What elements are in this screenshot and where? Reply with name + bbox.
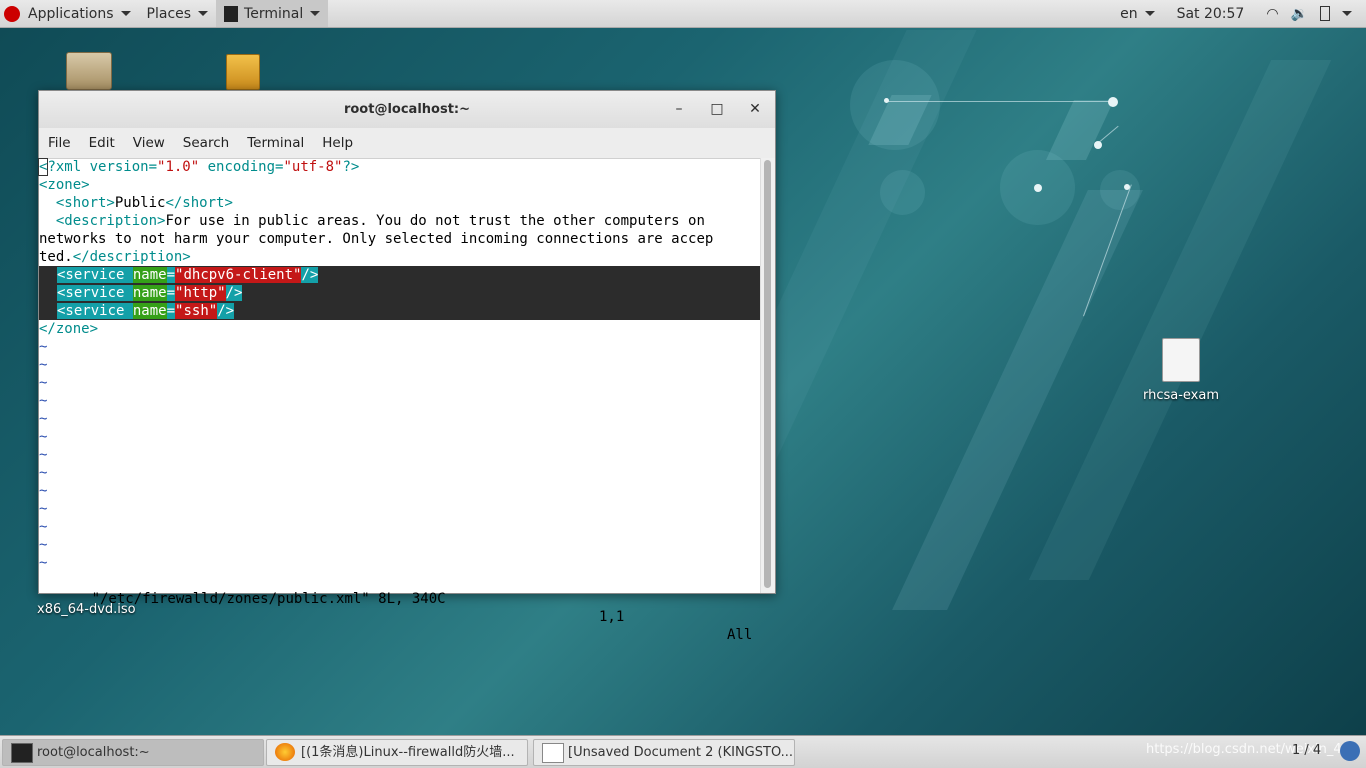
empty-line-tilde: ~: [39, 429, 48, 445]
terminal-scrollbar[interactable]: [760, 158, 775, 593]
language-selector[interactable]: en: [1112, 0, 1163, 27]
scrollbar-thumb[interactable]: [764, 160, 771, 588]
package-icon[interactable]: [226, 54, 260, 90]
empty-line-tilde: ~: [39, 411, 48, 427]
terminal-app-menu[interactable]: Terminal: [216, 0, 329, 27]
csdn-watermark: https://blog.csdn.net/weixin_4...: [1146, 742, 1355, 757]
task-terminal[interactable]: root@localhost:~: [2, 739, 264, 766]
applications-menu-label: Applications: [28, 5, 114, 22]
terminal-window: root@localhost:~ – □ ✕ File Edit View Se…: [37, 90, 776, 643]
terminal-app-label: Terminal: [244, 5, 304, 22]
empty-line-tilde: ~: [39, 465, 48, 481]
window-titlebar[interactable]: root@localhost:~ – □ ✕: [39, 91, 775, 128]
vim-status-line: "/etc/firewalld/zones/public.xml" 8L, 34…: [41, 572, 753, 643]
chevron-down-icon: [1342, 11, 1352, 16]
menu-help[interactable]: Help: [313, 135, 362, 151]
empty-line-tilde: ~: [39, 519, 48, 535]
empty-line-tilde: ~: [39, 537, 48, 553]
editor-line: <zone>: [39, 177, 90, 193]
terminal-icon: [224, 5, 239, 22]
editor-line: <description>For use in public areas. Yo…: [55, 213, 705, 229]
status-all: All: [727, 627, 753, 643]
menu-file[interactable]: File: [39, 135, 80, 151]
clock-label: Sat 20:57: [1176, 5, 1245, 22]
places-menu-label: Places: [146, 5, 192, 22]
window-title: root@localhost:~: [343, 102, 471, 117]
firefox-icon: [275, 743, 295, 761]
editor-line: </zone>: [39, 321, 99, 337]
rhcsa-exam-label: rhcsa-exam: [1142, 388, 1220, 403]
minimize-button[interactable]: –: [667, 91, 691, 128]
editor-line: ted.</description>: [39, 249, 191, 265]
empty-line-tilde: ~: [39, 357, 48, 373]
redhat-logo-icon: [4, 5, 20, 22]
terminal-content[interactable]: <?xml version="1.0" encoding="utf-8"?> <…: [37, 158, 761, 643]
rhcsa-exam-file[interactable]: rhcsa-exam: [1140, 338, 1222, 403]
wifi-icon: ◠: [1266, 5, 1279, 22]
menu-view[interactable]: View: [124, 135, 174, 151]
text-file-icon: [1162, 338, 1200, 382]
empty-line-tilde: ~: [39, 447, 48, 463]
language-label: en: [1120, 5, 1138, 22]
workspace-pager[interactable]: 1 / 4: [1292, 743, 1321, 758]
chevron-down-icon: [120, 11, 131, 16]
editor-line: <short>Public</short>: [55, 195, 233, 211]
status-file: "/etc/firewalld/zones/public.xml" 8L, 34…: [91, 591, 446, 607]
empty-line-tilde: ~: [39, 393, 48, 409]
menu-edit[interactable]: Edit: [80, 135, 124, 151]
menu-terminal[interactable]: Terminal: [238, 135, 313, 151]
top-panel: Applications Places Terminal en Sat 20:5…: [0, 0, 1366, 28]
selected-line: <service name="ssh"/>: [39, 302, 761, 320]
status-position: 1,1: [599, 609, 625, 625]
empty-line-tilde: ~: [39, 375, 48, 391]
system-menu[interactable]: ◠ 🔉: [1258, 0, 1366, 27]
applications-menu[interactable]: Applications: [0, 0, 139, 27]
chevron-down-icon: [198, 11, 209, 16]
chevron-down-icon: [310, 11, 321, 16]
selected-line: <service name="http"/>: [39, 284, 761, 302]
battery-icon: [1320, 6, 1330, 21]
selected-line: <service name="dhcpv6-client"/>: [39, 266, 761, 284]
clock[interactable]: Sat 20:57: [1163, 0, 1259, 27]
close-button[interactable]: ✕: [743, 91, 767, 128]
task-firefox[interactable]: [(1条消息)Linux--firewalld防火墙...: [266, 739, 528, 766]
editor-line: networks to not harm your computer. Only…: [39, 231, 714, 247]
empty-line-tilde: ~: [39, 555, 48, 571]
empty-line-tilde: ~: [39, 501, 48, 517]
editor-line: <?xml version="1.0" encoding="utf-8"?>: [37, 158, 360, 176]
maximize-button[interactable]: □: [705, 91, 729, 128]
terminal-icon: [11, 743, 33, 763]
volume-icon: 🔉: [1290, 5, 1308, 22]
empty-line-tilde: ~: [39, 483, 48, 499]
task-gedit[interactable]: [Unsaved Document 2 (KINGSTO...: [533, 739, 795, 766]
chevron-down-icon: [1144, 11, 1155, 16]
home-folder-icon[interactable]: [66, 52, 112, 90]
notification-icon[interactable]: [1340, 741, 1360, 761]
bottom-taskbar: root@localhost:~ [(1条消息)Linux--firewalld…: [0, 735, 1366, 768]
menu-bar: File Edit View Search Terminal Help: [39, 128, 775, 159]
menu-search[interactable]: Search: [174, 135, 238, 151]
text-editor-icon: [542, 743, 564, 763]
empty-line-tilde: ~: [39, 339, 48, 355]
places-menu[interactable]: Places: [139, 0, 217, 27]
